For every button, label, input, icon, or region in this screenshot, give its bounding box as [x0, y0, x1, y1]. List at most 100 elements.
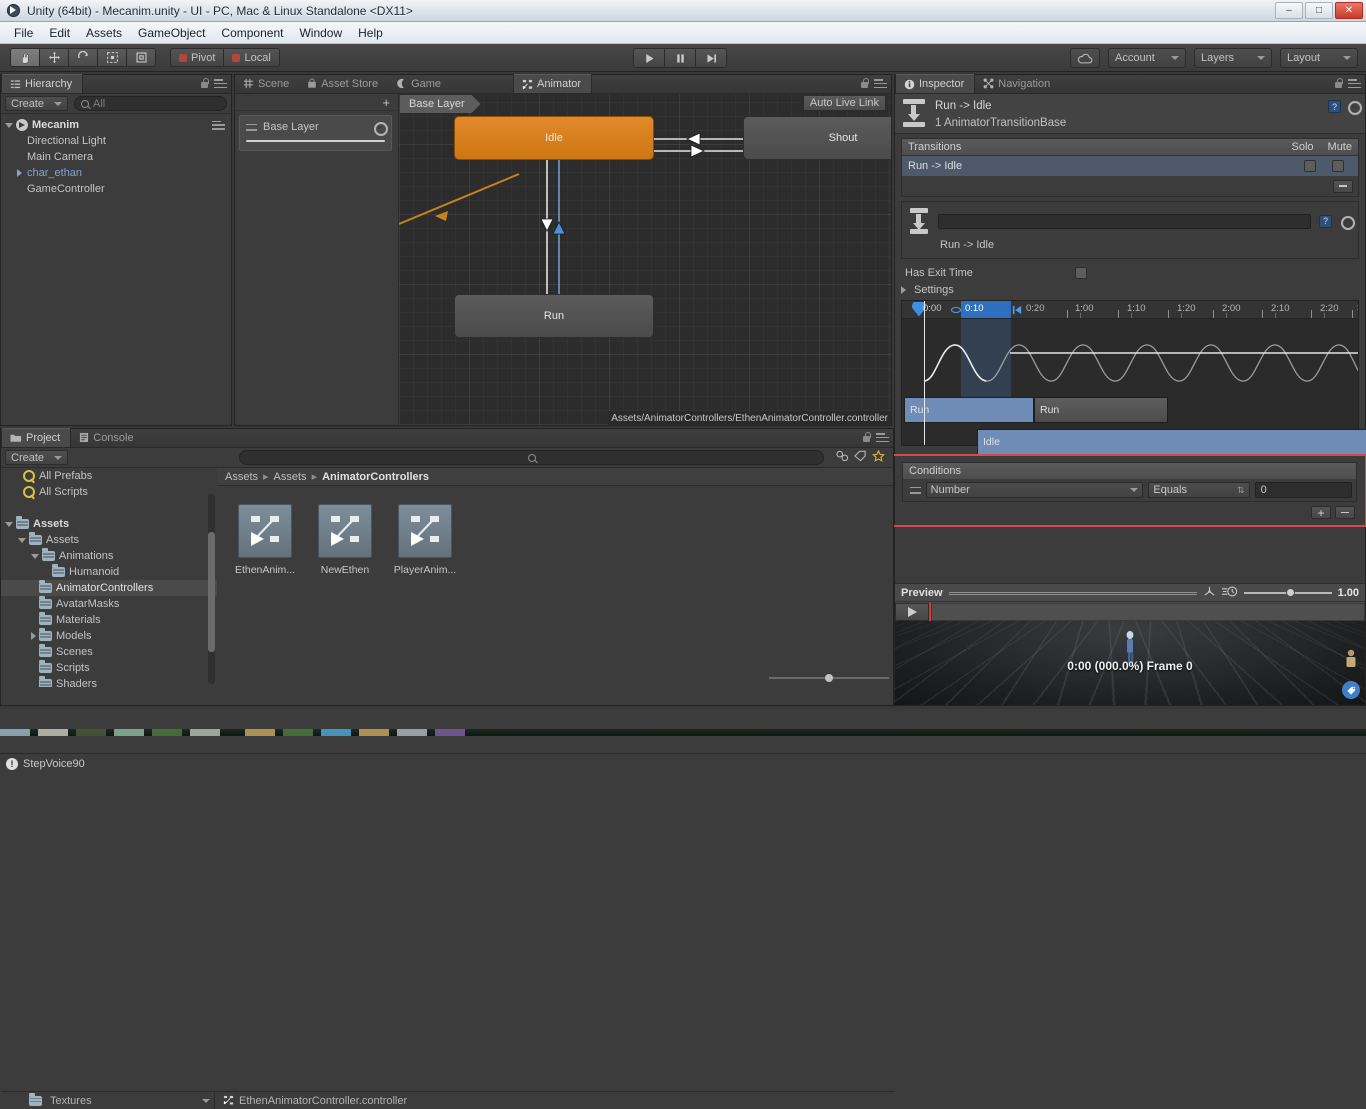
pause-button[interactable] — [664, 48, 696, 68]
duration-marker-icon[interactable] — [1012, 305, 1022, 318]
menu-item-assets[interactable]: Assets — [78, 24, 130, 42]
taskbar-item[interactable] — [190, 729, 220, 736]
pivot-icon[interactable] — [1203, 585, 1216, 601]
tab-project[interactable]: Project — [1, 428, 72, 447]
project-tree-scrollbar-thumb[interactable] — [208, 532, 215, 652]
mute-checkbox[interactable] — [1332, 160, 1344, 172]
chevron-down-icon[interactable] — [18, 537, 26, 543]
lock-icon[interactable] — [860, 78, 869, 89]
minimize-button[interactable]: – — [1275, 2, 1303, 19]
hierarchy-item-gamecontroller[interactable]: GameController — [1, 181, 231, 197]
tab-scene[interactable]: Scene — [235, 74, 299, 93]
chevron-right-icon[interactable] — [901, 286, 906, 294]
project-footer-file[interactable]: EthenAnimatorController.controller — [215, 1095, 407, 1107]
hierarchy-search-input[interactable]: All — [74, 96, 227, 111]
hierarchy-item-main-camera[interactable]: Main Camera — [1, 149, 231, 165]
state-node-shout[interactable]: Shout — [743, 116, 891, 160]
transition-name-input[interactable] — [938, 213, 1311, 229]
hierarchy-root[interactable]: Mecanim — [1, 117, 231, 133]
state-node-idle[interactable]: Idle — [454, 116, 654, 160]
hierarchy-create-button[interactable]: Create — [5, 96, 69, 111]
project-tree-item-assets[interactable]: Assets — [1, 532, 217, 548]
play-button[interactable] — [633, 48, 665, 68]
settings-foldout[interactable]: Settings — [895, 281, 1365, 300]
asset-item-ethenanim[interactable]: EthenAnim... — [225, 504, 305, 576]
project-tree-item-all-scripts[interactable]: All Scripts — [1, 484, 217, 500]
avatar-icon[interactable] — [1344, 649, 1358, 672]
breadcrumb-segment[interactable]: AnimatorControllers — [322, 471, 429, 483]
transition-row-run-idle[interactable]: Run -> Idle — [902, 156, 1358, 176]
tab-asset-store[interactable]: Asset Store — [299, 74, 388, 93]
tab-inspector[interactable]: Inspector — [895, 74, 976, 93]
menu-item-edit[interactable]: Edit — [41, 24, 78, 42]
tag-icon[interactable] — [1342, 681, 1360, 699]
lock-icon[interactable] — [1334, 78, 1343, 89]
local-button[interactable]: Local — [223, 48, 280, 67]
timeline-ruler[interactable]: 0:00 0:10 0:20 1:00 1:10 1:20 2:00 2:10 … — [902, 301, 1358, 319]
gear-icon[interactable] — [1340, 215, 1355, 230]
menu-icon[interactable] — [1348, 79, 1361, 88]
rotate-tool-button[interactable] — [68, 48, 98, 67]
maximize-button[interactable]: □ — [1305, 2, 1333, 19]
help-icon[interactable]: ? — [1328, 100, 1341, 113]
preview-timeline-track[interactable] — [931, 602, 1365, 621]
move-tool-button[interactable] — [39, 48, 69, 67]
rect-tool-button[interactable] — [126, 48, 156, 67]
project-tree-scrollbar[interactable] — [208, 494, 215, 684]
os-taskbar[interactable] — [0, 729, 1366, 736]
taskbar-item[interactable] — [38, 729, 68, 736]
drag-handle-icon[interactable] — [910, 486, 921, 494]
breadcrumb-segment[interactable]: Assets — [274, 471, 307, 483]
menu-item-file[interactable]: File — [6, 24, 41, 42]
playback-speed-icon[interactable] — [1221, 585, 1238, 601]
tab-navigation[interactable]: Navigation — [975, 74, 1060, 93]
gear-icon[interactable] — [1347, 100, 1362, 115]
taskbar-item[interactable] — [397, 729, 427, 736]
taskbar-item[interactable] — [359, 729, 389, 736]
taskbar-item[interactable] — [245, 729, 275, 736]
menu-item-gameobject[interactable]: GameObject — [130, 24, 213, 42]
cloud-button[interactable] — [1070, 48, 1100, 68]
step-button[interactable] — [695, 48, 727, 68]
chevron-down-icon[interactable] — [5, 122, 13, 128]
status-bar[interactable]: ! StepVoice90 — [0, 753, 1366, 773]
close-button[interactable]: ✕ — [1335, 2, 1363, 19]
transition-timeline[interactable]: 0:00 0:10 0:20 1:00 1:10 1:20 2:00 2:10 … — [901, 300, 1366, 455]
remove-transition-button[interactable] — [1333, 179, 1353, 193]
chevron-down-icon[interactable] — [5, 521, 13, 527]
breadcrumb-segment[interactable]: Assets — [225, 471, 258, 483]
hand-tool-button[interactable] — [10, 48, 40, 67]
condition-comparison-dropdown[interactable]: Equals ⇅ — [1148, 482, 1250, 498]
menu-item-help[interactable]: Help — [350, 24, 391, 42]
project-search-input[interactable] — [239, 450, 824, 465]
asset-item-playeranim[interactable]: PlayerAnim... — [385, 504, 465, 576]
taskbar-item[interactable] — [0, 729, 30, 736]
taskbar-item[interactable] — [114, 729, 144, 736]
state-node-run[interactable]: Run — [454, 294, 654, 338]
project-create-button[interactable]: Create — [5, 450, 69, 465]
exit-time-marker-icon[interactable] — [950, 305, 962, 318]
project-tree-item-shaders[interactable]: Shaders — [1, 676, 217, 687]
filter-label-icon[interactable] — [854, 450, 867, 465]
project-tree-item-humanoid[interactable]: Humanoid — [1, 564, 217, 580]
chevron-down-icon[interactable] — [31, 553, 39, 559]
project-tree-item-models[interactable]: Models — [1, 628, 217, 644]
project-tree[interactable]: All Prefabs All Scripts Assets Assets An… — [1, 468, 217, 687]
project-tree-item-assets-root[interactable]: Assets — [1, 516, 217, 532]
asset-zoom-slider[interactable] — [769, 673, 889, 683]
auto-live-link-button[interactable]: Auto Live Link — [802, 95, 886, 111]
project-footer-folder[interactable]: Textures — [1, 1092, 215, 1109]
project-tree-item-scenes[interactable]: Scenes — [1, 644, 217, 660]
preview-viewport[interactable]: 0:00 (000.0%) Frame 0 — [895, 621, 1365, 705]
scene-menu-icon[interactable] — [212, 120, 225, 130]
animator-breadcrumb[interactable]: Base Layer — [400, 95, 481, 113]
menu-icon[interactable] — [876, 433, 889, 442]
taskbar-item[interactable] — [321, 729, 351, 736]
favorite-icon[interactable] — [872, 449, 885, 465]
taskbar-item[interactable] — [152, 729, 182, 736]
tab-hierarchy[interactable]: Hierarchy — [1, 74, 84, 93]
preview-speed-slider[interactable] — [1243, 587, 1332, 599]
clip-run-dark[interactable]: Run — [1034, 397, 1168, 423]
lock-icon[interactable] — [862, 432, 871, 443]
project-tree-item-animations[interactable]: Animations — [1, 548, 217, 564]
